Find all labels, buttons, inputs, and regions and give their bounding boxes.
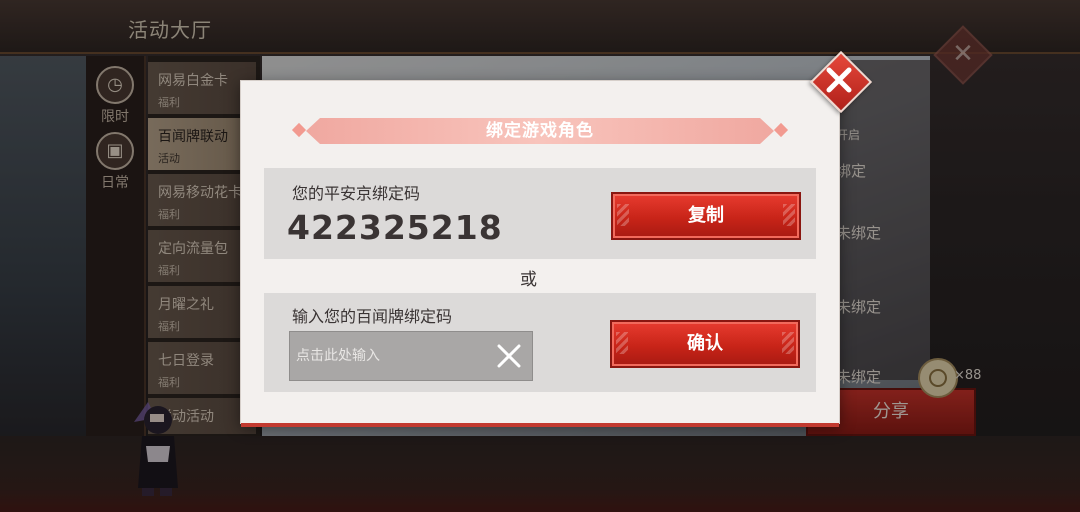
- dialog-title-banner: 绑定游戏角色: [291, 118, 789, 144]
- bind-code-input-box[interactable]: [289, 331, 533, 381]
- close-icon: [826, 67, 852, 93]
- copy-button[interactable]: 复制: [611, 192, 801, 240]
- dialog-title: 绑定游戏角色: [486, 121, 594, 141]
- confirm-button[interactable]: 确认: [610, 320, 800, 368]
- code-label: 您的平安京绑定码: [292, 184, 421, 203]
- bind-code-input[interactable]: [290, 332, 496, 380]
- bind-code-value: 422325218: [287, 208, 503, 247]
- input-label: 输入您的百闻牌绑定码: [292, 307, 453, 326]
- clear-icon[interactable]: [496, 343, 522, 369]
- or-separator: 或: [520, 270, 537, 290]
- dialog-close-button[interactable]: [809, 50, 873, 114]
